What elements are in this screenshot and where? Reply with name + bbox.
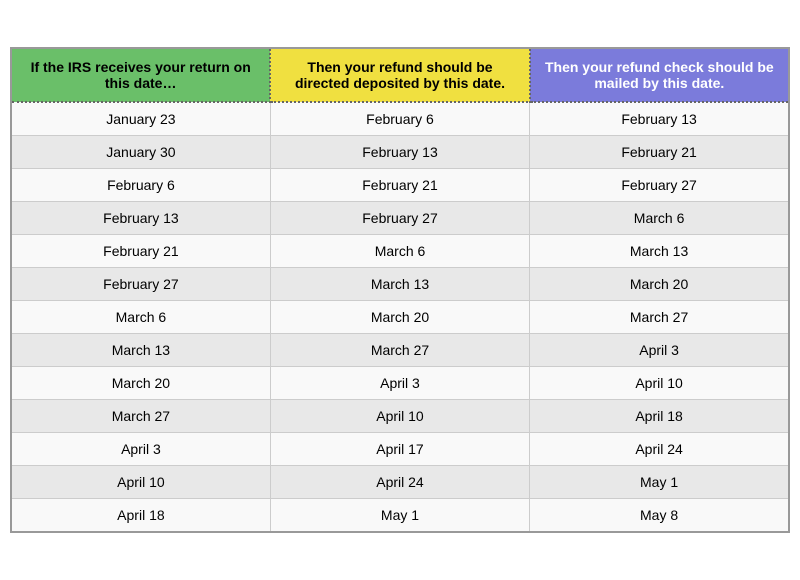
- cell-row9-col0: March 27: [11, 400, 270, 433]
- cell-row12-col2: May 8: [530, 499, 789, 533]
- table-body: January 23February 6February 13January 3…: [11, 102, 789, 532]
- table-row: March 6March 20March 27: [11, 301, 789, 334]
- header-col3: Then your refund check should be mailed …: [530, 48, 789, 102]
- cell-row0-col1: February 6: [270, 102, 529, 136]
- header-col2: Then your refund should be directed depo…: [270, 48, 529, 102]
- table-row: February 6February 21February 27: [11, 169, 789, 202]
- cell-row10-col0: April 3: [11, 433, 270, 466]
- header-col1: If the IRS receives your return on this …: [11, 48, 270, 102]
- cell-row5-col2: March 20: [530, 268, 789, 301]
- table-row: February 21March 6March 13: [11, 235, 789, 268]
- cell-row4-col2: March 13: [530, 235, 789, 268]
- cell-row8-col2: April 10: [530, 367, 789, 400]
- cell-row7-col2: April 3: [530, 334, 789, 367]
- table-row: April 10April 24May 1: [11, 466, 789, 499]
- cell-row8-col1: April 3: [270, 367, 529, 400]
- table-row: January 30February 13February 21: [11, 136, 789, 169]
- cell-row9-col2: April 18: [530, 400, 789, 433]
- table-row: March 20April 3April 10: [11, 367, 789, 400]
- cell-row11-col1: April 24: [270, 466, 529, 499]
- cell-row0-col2: February 13: [530, 102, 789, 136]
- table-row: March 27April 10April 18: [11, 400, 789, 433]
- table-row: March 13March 27April 3: [11, 334, 789, 367]
- cell-row9-col1: April 10: [270, 400, 529, 433]
- cell-row12-col1: May 1: [270, 499, 529, 533]
- cell-row3-col1: February 27: [270, 202, 529, 235]
- cell-row11-col0: April 10: [11, 466, 270, 499]
- cell-row6-col2: March 27: [530, 301, 789, 334]
- cell-row5-col0: February 27: [11, 268, 270, 301]
- cell-row3-col0: February 13: [11, 202, 270, 235]
- cell-row3-col2: March 6: [530, 202, 789, 235]
- cell-row1-col0: January 30: [11, 136, 270, 169]
- cell-row12-col0: April 18: [11, 499, 270, 533]
- table-row: January 23February 6February 13: [11, 102, 789, 136]
- cell-row6-col1: March 20: [270, 301, 529, 334]
- table-row: February 27March 13March 20: [11, 268, 789, 301]
- cell-row2-col1: February 21: [270, 169, 529, 202]
- cell-row10-col1: April 17: [270, 433, 529, 466]
- table-wrapper: If the IRS receives your return on this …: [10, 47, 790, 533]
- table-row: April 3April 17April 24: [11, 433, 789, 466]
- cell-row2-col0: February 6: [11, 169, 270, 202]
- cell-row4-col0: February 21: [11, 235, 270, 268]
- header-row: If the IRS receives your return on this …: [11, 48, 789, 102]
- cell-row0-col0: January 23: [11, 102, 270, 136]
- cell-row5-col1: March 13: [270, 268, 529, 301]
- cell-row6-col0: March 6: [11, 301, 270, 334]
- cell-row7-col1: March 27: [270, 334, 529, 367]
- cell-row11-col2: May 1: [530, 466, 789, 499]
- cell-row7-col0: March 13: [11, 334, 270, 367]
- cell-row1-col1: February 13: [270, 136, 529, 169]
- table-row: February 13February 27March 6: [11, 202, 789, 235]
- cell-row10-col2: April 24: [530, 433, 789, 466]
- cell-row2-col2: February 27: [530, 169, 789, 202]
- refund-schedule-table: If the IRS receives your return on this …: [10, 47, 790, 533]
- cell-row4-col1: March 6: [270, 235, 529, 268]
- cell-row8-col0: March 20: [11, 367, 270, 400]
- table-row: April 18May 1May 8: [11, 499, 789, 533]
- cell-row1-col2: February 21: [530, 136, 789, 169]
